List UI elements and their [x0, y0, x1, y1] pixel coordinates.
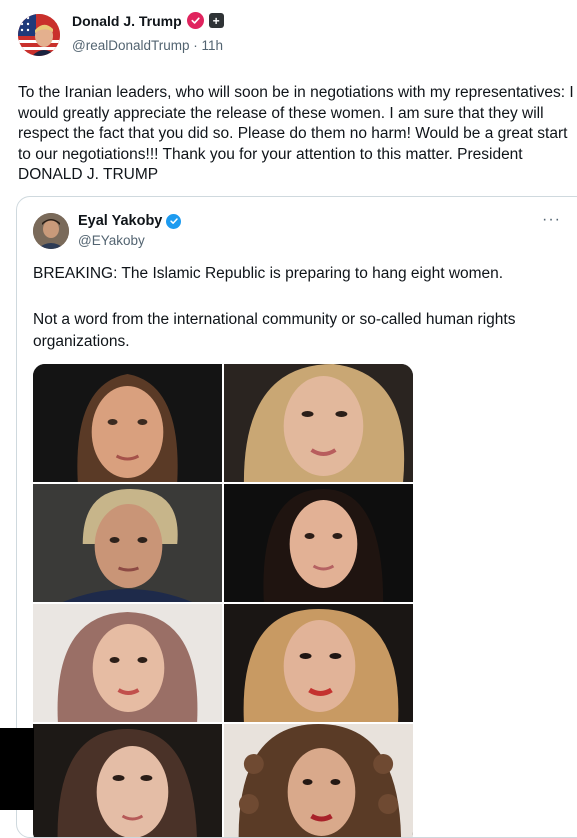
- photo-woman-6[interactable]: [224, 604, 413, 722]
- photo-woman-5[interactable]: [33, 604, 222, 722]
- photo-woman-2[interactable]: [224, 364, 413, 482]
- verified-badge-icon: [166, 213, 182, 229]
- post: Donald J. Trump + @realDonaldTrump · 11h…: [0, 0, 577, 838]
- quoted-author-avatar[interactable]: [33, 213, 69, 249]
- quoted-post[interactable]: Eyal Yakoby @EYakoby ··· BREAKING: The I…: [16, 196, 577, 838]
- more-options-icon[interactable]: ···: [542, 211, 561, 229]
- quoted-author-name[interactable]: Eyal Yakoby: [78, 213, 162, 229]
- verified-badge-icon: [186, 12, 204, 29]
- separator: ·: [193, 38, 198, 53]
- photo-woman-7[interactable]: [33, 724, 222, 837]
- photo-grid[interactable]: [33, 364, 413, 837]
- photo-woman-4[interactable]: [224, 484, 413, 602]
- author-name[interactable]: Donald J. Trump: [72, 13, 182, 29]
- plus-badge-icon: +: [208, 13, 224, 28]
- photo-woman-1[interactable]: [33, 364, 222, 482]
- black-overlay-block: [0, 728, 34, 810]
- author-avatar[interactable]: [18, 14, 60, 56]
- quoted-author-name-row: Eyal Yakoby: [78, 213, 182, 229]
- author-handle-row: @realDonaldTrump · 11h: [72, 38, 223, 53]
- post-time[interactable]: 11h: [202, 38, 224, 53]
- photo-woman-3[interactable]: [33, 484, 222, 602]
- quoted-text-body: Not a word from the international commun…: [33, 311, 516, 350]
- author-handle[interactable]: @realDonaldTrump: [72, 38, 190, 53]
- quoted-text-breaking: BREAKING: The Islamic Republic is prepar…: [33, 265, 504, 282]
- author-name-row: Donald J. Trump +: [72, 12, 224, 29]
- quoted-author-handle[interactable]: @EYakoby: [78, 233, 145, 248]
- post-text: To the Iranian leaders, who will soon be…: [18, 84, 574, 183]
- photo-woman-8[interactable]: [224, 724, 413, 837]
